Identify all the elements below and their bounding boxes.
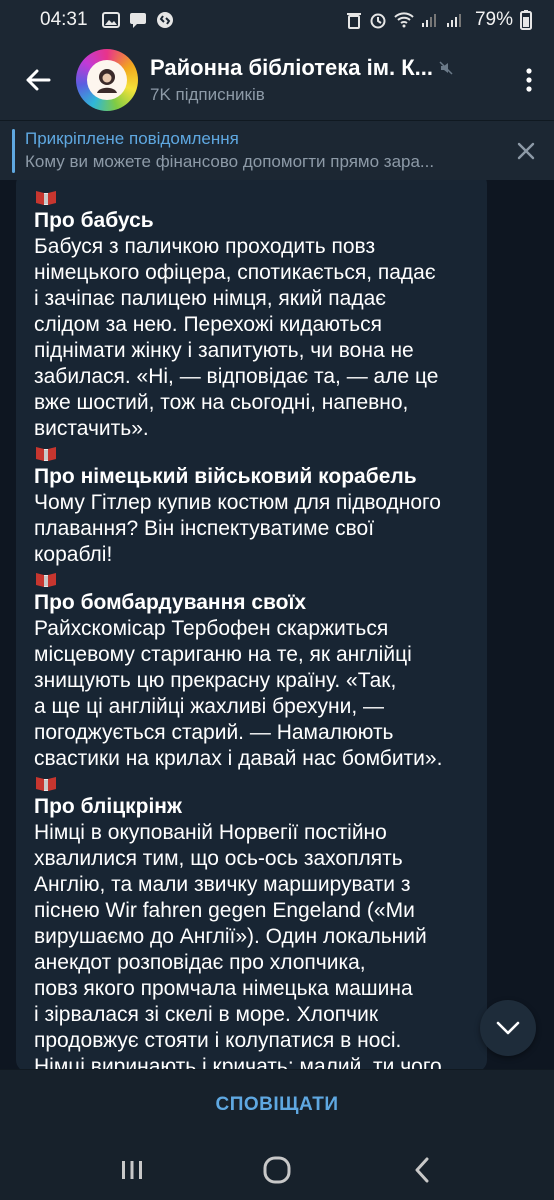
section-text-line: вистачить». (34, 417, 149, 440)
section-emoji (34, 186, 471, 208)
pinned-message[interactable]: Прикріплене повідомлення Кому ви можете … (0, 120, 554, 180)
pinned-label: Прикріплене повідомлення (25, 129, 239, 148)
portrait-icon (97, 69, 117, 93)
section-emoji (34, 442, 471, 464)
more-vertical-icon (526, 68, 532, 92)
recents-icon (122, 1160, 143, 1179)
message-content: Про бабусь Бабуся з паличкою проходить по… (34, 186, 471, 1069)
section-text-line: плавання? Він інспектуватиме свої (34, 517, 375, 540)
section-text-line: продовжує стояти і колупатися в носі. (34, 1029, 402, 1052)
section-text-line: і зірвалася зі скелі в море. Хлопчик (34, 1003, 379, 1026)
close-icon[interactable] (514, 139, 538, 163)
scroll-down-button[interactable] (480, 1000, 536, 1056)
battery-percent: 79% (474, 9, 513, 30)
message-icon (129, 13, 146, 28)
recycle-icon (346, 13, 361, 29)
accordion-emoji-icon (36, 191, 56, 205)
status-notification-icons (101, 11, 174, 29)
section-text-line: Англію, та мали звичку марширувати з (34, 873, 411, 896)
section-text-line: повз якого промчала німецька машина (34, 977, 413, 1000)
channel-header: Районна бібліотека ім. К... 7K підписник… (0, 40, 554, 120)
status-system-icons: 79% (346, 9, 532, 31)
gallery-icon (101, 12, 120, 28)
battery-icon (520, 10, 532, 30)
section-text-line: вже шостий, тож на сьогодні, напевно, (34, 391, 409, 414)
section-text-line: Німці виринають і кричать: малий, ти чог… (34, 1055, 442, 1069)
home-icon (263, 1156, 291, 1183)
section-emoji (34, 568, 471, 590)
channel-title: Районна бібліотека ім. К... (150, 55, 433, 80)
accordion-emoji-icon (36, 777, 56, 791)
section-text-line: вирушаємо до Англії»). Один локальний (34, 925, 427, 948)
wifi-icon (394, 12, 414, 28)
notify-bar: СПОВІЩАТИ (0, 1069, 554, 1139)
section-text-line: погоджується старий. — Намалюють (34, 721, 394, 744)
back-chevron-icon (415, 1157, 429, 1182)
alarm-icon (370, 13, 386, 29)
message-bubble[interactable]: Про бабусь Бабуся з паличкою проходить по… (16, 180, 487, 1069)
pinned-indicator (12, 129, 15, 173)
section-text-line: знищують цю прекрасну країну. «Так, (34, 669, 397, 692)
section-text-line: Райхскомісар Тербофен скаржиться (34, 617, 389, 640)
chat-area[interactable]: Про бабусь Бабуся з паличкою проходить по… (0, 180, 554, 1069)
signal-2-icon (446, 14, 461, 27)
channel-title-block[interactable]: Районна бібліотека ім. К... 7K підписник… (150, 55, 470, 105)
pinned-text: Кому ви можете фінансово допомогти прямо… (25, 152, 435, 171)
section-text-line: анекдот розповідає про хлопчика, (34, 951, 366, 974)
section-title: Про бомбардування своїх (34, 591, 307, 614)
section-title: Про німецький військовий корабель (34, 465, 417, 488)
section-text-line: німецького офіцера, спотикається, падає (34, 261, 436, 284)
muted-icon (439, 61, 453, 75)
section-text-line: піднімати жінку і запитують, чи вона не (34, 339, 414, 362)
section-text-line: Німці в окупованій Норвегії постійно (34, 821, 387, 844)
channel-avatar[interactable] (76, 49, 138, 111)
section-text-line: Чому Гітлер купив костюм для підводного (34, 491, 441, 514)
status-bar: 04:31 79% (0, 0, 554, 40)
section-emoji (34, 772, 471, 794)
more-menu-button[interactable] (504, 40, 554, 120)
home-button[interactable] (247, 1145, 307, 1195)
signal-icon (421, 14, 436, 27)
recents-button[interactable] (102, 1145, 162, 1195)
back-nav-button[interactable] (392, 1145, 452, 1195)
section-text-line: хвалилися тим, що ось-ось захоплять (34, 847, 403, 870)
shazam-icon (156, 12, 173, 28)
chevron-down-icon (496, 1021, 520, 1035)
system-navbar (0, 1139, 554, 1200)
back-button[interactable] (0, 40, 76, 120)
section-text-line: Бабуся з паличкою проходить повз (34, 235, 376, 258)
section-text-line: свастики на крилах і давай нас бомбити». (34, 747, 443, 770)
status-time: 04:31 (40, 9, 88, 30)
section-text-line: і зачіпає палицею німця, який падає (34, 287, 386, 310)
section-text-line: піснею Wir fahren gegen Engeland («Ми (34, 899, 415, 922)
section-title: Про бліцкрінж (34, 795, 182, 818)
accordion-emoji-icon (36, 447, 56, 461)
section-text-line: забилася. «Ні, — відповідає та, — але це (34, 365, 439, 388)
section-text-line: слідом за нею. Перехожі кидаються (34, 313, 382, 336)
section-text-line: а ще ці англійці жахливі брехуни, — (34, 695, 385, 718)
back-arrow-icon (26, 69, 51, 91)
section-text-line: кораблі! (34, 543, 113, 566)
subscriber-count: 7K підписників (150, 85, 265, 104)
section-title: Про бабусь (34, 209, 154, 232)
accordion-emoji-icon (36, 573, 56, 587)
section-text-line: місцевому стариганю на те, як англійці (34, 643, 412, 666)
notify-button[interactable]: СПОВІЩАТИ (215, 1094, 338, 1116)
